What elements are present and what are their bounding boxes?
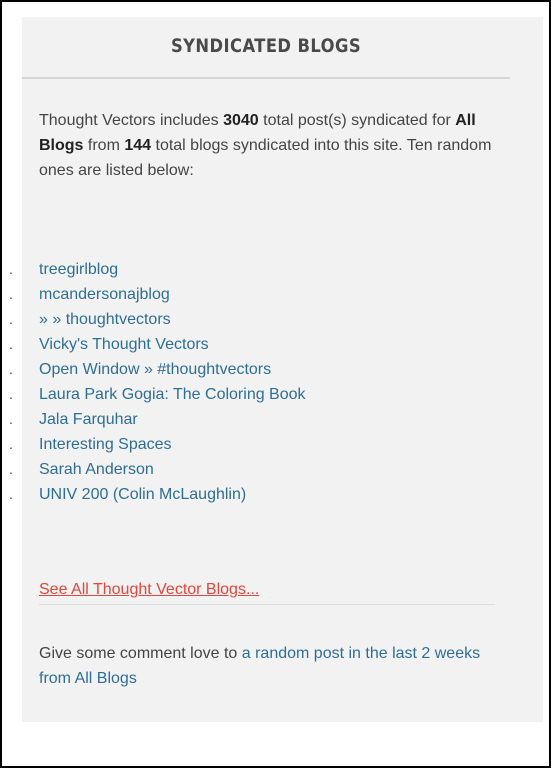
see-all-blogs-link[interactable]: See All Thought Vector Blogs... <box>39 577 259 602</box>
page-frame: SYNDICATED BLOGS Thought Vectors include… <box>0 0 551 768</box>
post-count: 3040 <box>223 112 259 129</box>
bullet: . <box>9 361 13 377</box>
blog-link[interactable]: Jala Farquhar <box>39 407 138 432</box>
blog-link[interactable]: Sarah Anderson <box>39 457 154 482</box>
blog-link[interactable]: UNIV 200 (Colin McLaughlin) <box>39 482 246 507</box>
bullet: . <box>9 411 13 427</box>
blog-link[interactable]: Laura Park Gogia: The Coloring Book <box>39 382 306 407</box>
syndicated-blogs-widget: SYNDICATED BLOGS Thought Vectors include… <box>9 17 543 722</box>
blog-link[interactable]: mcandersonajblog <box>39 282 170 307</box>
bullet: . <box>9 311 13 327</box>
bullet: . <box>9 261 13 277</box>
section-divider <box>39 604 495 605</box>
blog-link[interactable]: Vicky's Thought Vectors <box>39 332 209 357</box>
bullet: . <box>9 336 13 352</box>
bullet: . <box>9 461 13 477</box>
bullet: . <box>9 386 13 402</box>
blog-link[interactable]: treegirlblog <box>39 257 118 282</box>
bullet: . <box>9 286 13 302</box>
intro-part3: from <box>83 137 125 154</box>
blog-link[interactable]: » » thoughtvectors <box>39 307 171 332</box>
bullet: . <box>9 486 13 502</box>
outro-text: Give some comment love to <box>39 645 242 662</box>
blog-link[interactable]: Interesting Spaces <box>39 432 172 457</box>
blog-count: 144 <box>124 137 152 154</box>
intro-text: Thought Vectors includes 3040 total post… <box>39 108 499 183</box>
bullet: . <box>9 436 13 452</box>
comment-love-text: Give some comment love to a random post … <box>39 641 499 691</box>
intro-part2: total post(s) syndicated for <box>258 112 456 129</box>
intro-part1: Thought Vectors includes <box>39 112 224 129</box>
widget-title: SYNDICATED BLOGS <box>170 35 362 57</box>
blog-link[interactable]: Open Window » #thoughtvectors <box>39 357 271 382</box>
title-divider <box>22 77 510 79</box>
